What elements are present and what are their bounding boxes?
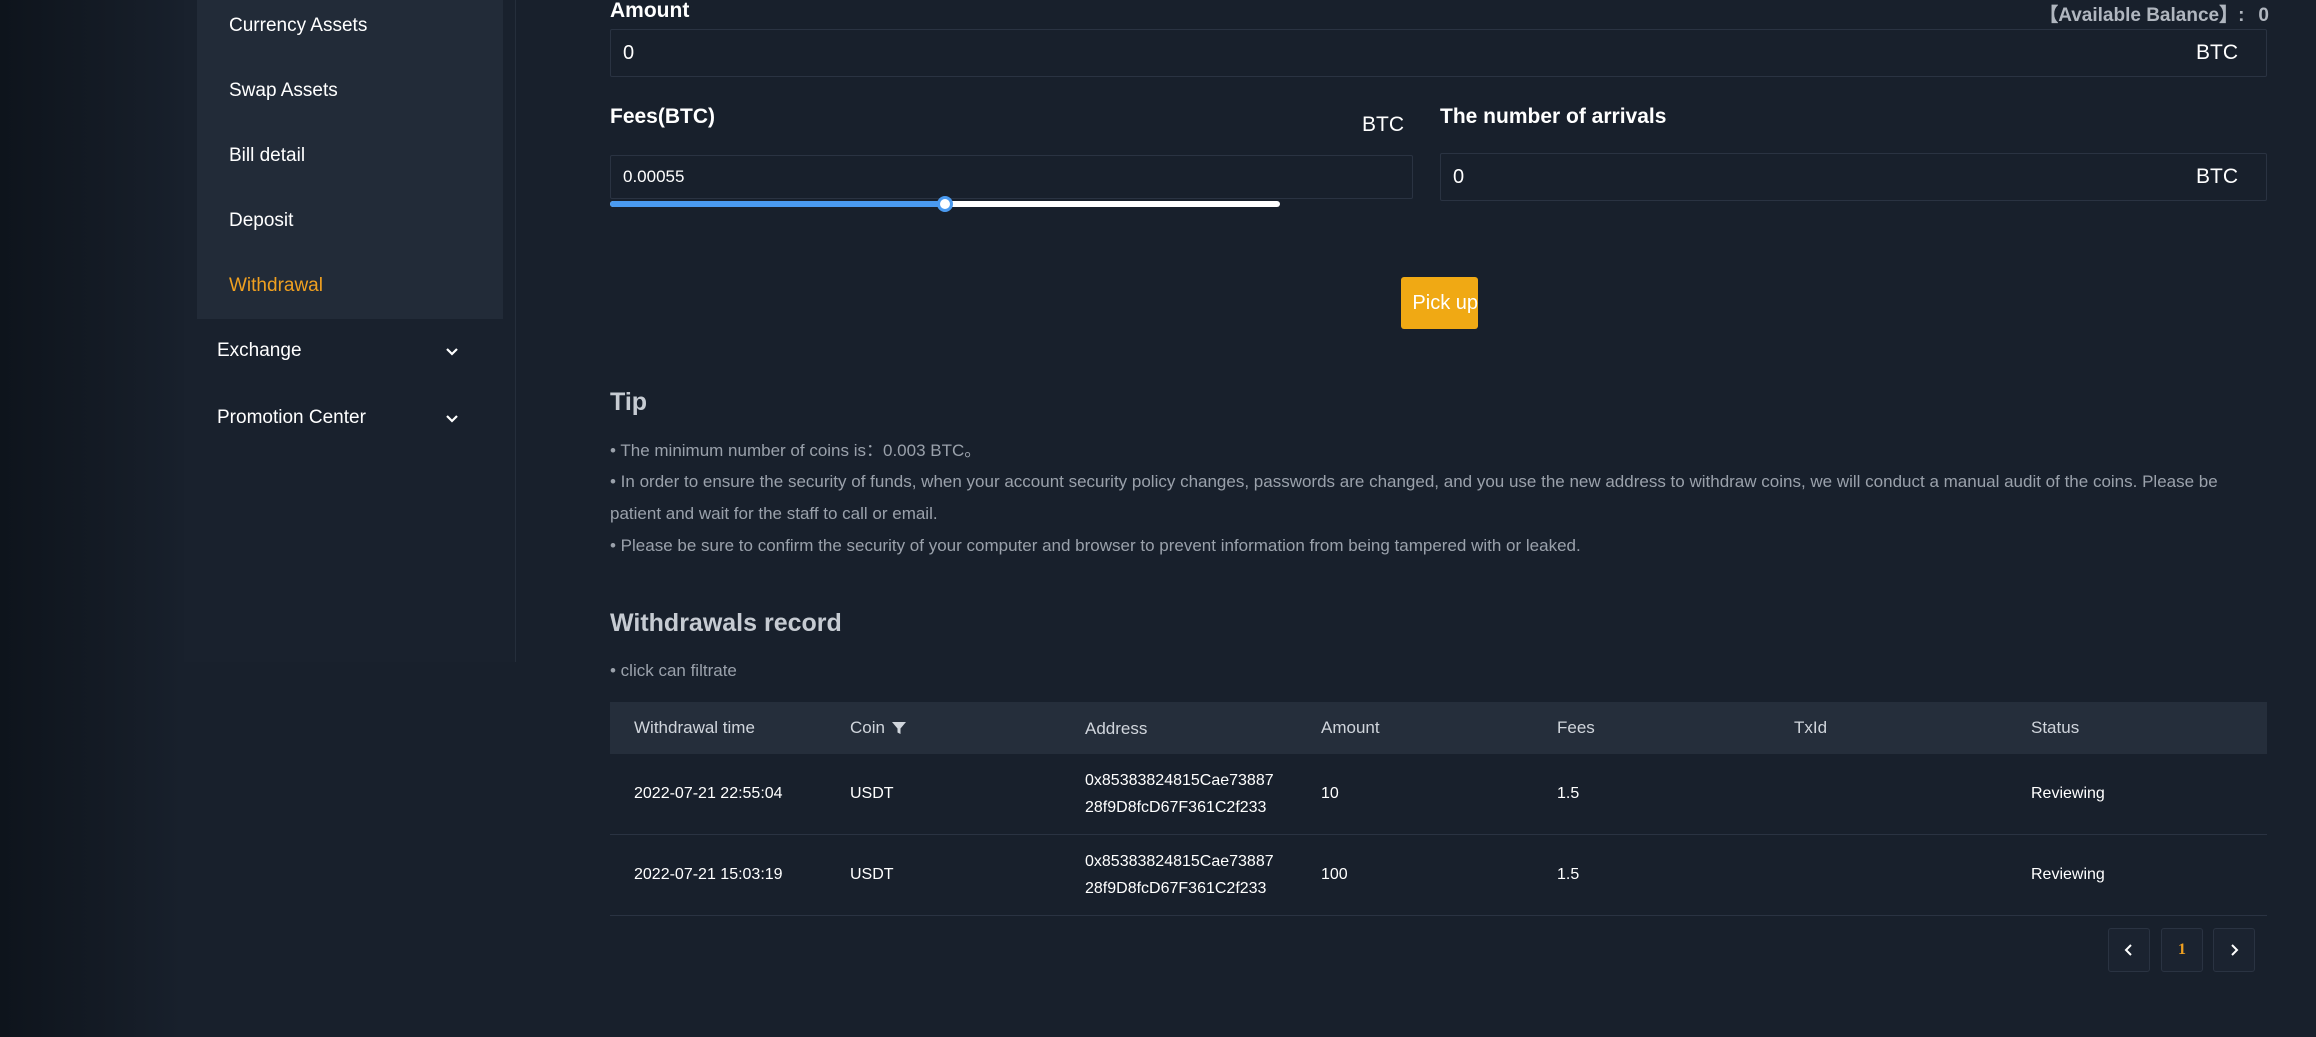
pick-up-button[interactable]: Pick up bbox=[1401, 277, 1478, 329]
fees-input[interactable] bbox=[623, 167, 1400, 187]
available-balance-label: 【Available Balance】: bbox=[2039, 5, 2245, 26]
arrivals-label: The number of arrivals bbox=[1440, 105, 1667, 128]
fees-slider-fill bbox=[610, 201, 945, 207]
column-header-status: Status bbox=[2031, 718, 2080, 737]
column-header-txid: TxId bbox=[1794, 718, 1828, 737]
amount-unit: BTC bbox=[2196, 41, 2238, 64]
cell-coin: USDT bbox=[850, 785, 894, 802]
cell-coin: USDT bbox=[850, 866, 894, 883]
available-balance: 【Available Balance】: 0 bbox=[2039, 0, 2269, 27]
amount-field: BTC bbox=[610, 29, 2267, 77]
cell-time: 2022-07-21 22:55:04 bbox=[634, 785, 783, 802]
column-header-coin-label: Coin bbox=[850, 718, 885, 737]
page-left-gutter bbox=[0, 0, 184, 1037]
fees-label: Fees(BTC) bbox=[610, 105, 716, 128]
records-title: Withdrawals record bbox=[610, 609, 842, 637]
cell-status: Reviewing bbox=[2031, 866, 2105, 883]
column-header-coin[interactable]: Coin bbox=[850, 718, 1085, 738]
fees-slider-handle[interactable] bbox=[937, 196, 953, 212]
cell-amount: 100 bbox=[1321, 866, 1348, 883]
filter-icon[interactable] bbox=[891, 720, 907, 736]
column-header-time: Withdrawal time bbox=[634, 718, 755, 737]
cell-address: 0x85383824815Cae7388728f9D8fcD67F361C2f2… bbox=[1085, 772, 1274, 816]
column-header-address: Address bbox=[1085, 718, 1148, 738]
next-page-button[interactable] bbox=[2213, 928, 2255, 972]
tip-line: • Please be sure to confirm the security… bbox=[610, 536, 1581, 555]
page-number-button[interactable]: 1 bbox=[2161, 928, 2203, 972]
tip-line: • In order to ensure the security of fun… bbox=[610, 472, 2218, 523]
column-header-fees: Fees bbox=[1557, 718, 1595, 737]
sidebar-group-label: Promotion Center bbox=[217, 407, 366, 428]
cell-status: Reviewing bbox=[2031, 785, 2105, 802]
sidebar-group-label: Exchange bbox=[217, 340, 302, 361]
cell-fees: 1.5 bbox=[1557, 866, 1580, 883]
arrivals-unit: BTC bbox=[2196, 165, 2238, 188]
fees-slider[interactable] bbox=[610, 194, 1280, 214]
tip-line: • The minimum number of coins is：0.003 B… bbox=[610, 441, 982, 460]
sidebar-group-promotion-center[interactable]: Promotion Center bbox=[217, 407, 462, 429]
cell-fees: 1.5 bbox=[1557, 785, 1580, 802]
amount-input[interactable] bbox=[623, 41, 2196, 65]
sidebar-item-currency-assets[interactable]: Currency Assets bbox=[229, 15, 367, 37]
table-row: 2022-07-21 15:03:19 USDT 0x85383824815Ca… bbox=[610, 835, 2267, 916]
sidebar-group-exchange[interactable]: Exchange bbox=[217, 340, 462, 362]
tip-title: Tip bbox=[610, 388, 648, 416]
table-row: 2022-07-21 22:55:04 USDT 0x85383824815Ca… bbox=[610, 754, 2267, 835]
cell-time: 2022-07-21 15:03:19 bbox=[634, 866, 783, 883]
prev-page-button[interactable] bbox=[2108, 928, 2150, 972]
arrivals-input[interactable] bbox=[1453, 165, 2196, 189]
chevron-left-icon bbox=[2124, 944, 2132, 956]
chevron-down-icon bbox=[446, 348, 458, 356]
table-header: Withdrawal time Coin Address Amount Fees… bbox=[610, 702, 2267, 754]
cell-address: 0x85383824815Cae7388728f9D8fcD67F361C2f2… bbox=[1085, 853, 1274, 897]
chevron-right-icon bbox=[2231, 944, 2239, 956]
sidebar-item-deposit[interactable]: Deposit bbox=[229, 210, 293, 232]
available-balance-value: 0 bbox=[2258, 5, 2269, 26]
sidebar-item-swap-assets[interactable]: Swap Assets bbox=[229, 80, 338, 102]
sidebar-item-withdrawal[interactable]: Withdrawal bbox=[229, 275, 323, 297]
arrivals-field: BTC bbox=[1440, 153, 2267, 201]
withdrawals-table: Withdrawal time Coin Address Amount Fees… bbox=[610, 702, 2267, 916]
assets-submenu: Currency Assets Swap Assets Bill detail … bbox=[197, 0, 503, 319]
cell-amount: 10 bbox=[1321, 785, 1339, 802]
sidebar: Currency Assets Swap Assets Bill detail … bbox=[184, 0, 516, 662]
sidebar-item-bill-detail[interactable]: Bill detail bbox=[229, 145, 305, 167]
fees-unit: BTC bbox=[1362, 113, 1404, 136]
chevron-down-icon bbox=[446, 415, 458, 423]
amount-label: Amount bbox=[610, 0, 690, 22]
fees-field bbox=[610, 155, 1413, 199]
records-hint: • click can filtrate bbox=[610, 661, 737, 680]
column-header-amount: Amount bbox=[1321, 718, 1380, 737]
